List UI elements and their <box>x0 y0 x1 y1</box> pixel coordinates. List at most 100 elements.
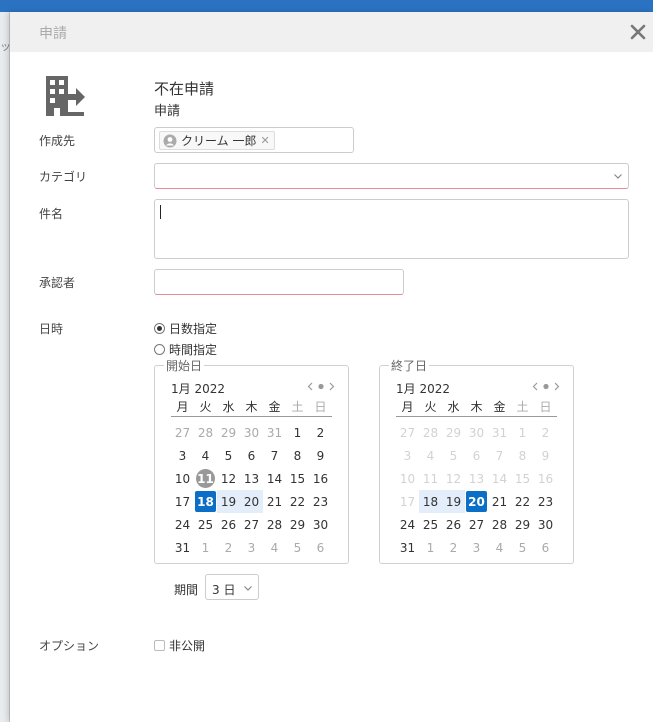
calendar-day[interactable]: 22 <box>286 490 309 513</box>
calendar-day-number: 28 <box>266 517 283 532</box>
calendar-day[interactable]: 29 <box>511 513 534 536</box>
period-select[interactable]: 3 日 <box>205 574 259 600</box>
category-select[interactable] <box>154 163 629 189</box>
calendar-day[interactable]: 30 <box>309 513 332 536</box>
checkbox-box[interactable] <box>154 640 165 651</box>
radio-dot-checked[interactable] <box>154 323 165 334</box>
calendar-day[interactable]: 6 <box>534 536 557 559</box>
calendar-day[interactable]: 23 <box>534 490 557 513</box>
prev-month-button[interactable] <box>530 381 540 392</box>
calendar-day[interactable]: 5 <box>217 444 240 467</box>
calendar-day[interactable]: 8 <box>286 444 309 467</box>
calendar-day[interactable]: 30 <box>240 421 263 444</box>
radio-days-specified[interactable]: 日数指定 <box>154 320 217 337</box>
calendar-day[interactable]: 10 <box>171 467 194 490</box>
calendar-day[interactable]: 26 <box>217 513 240 536</box>
calendar-day[interactable]: 1 <box>194 536 217 559</box>
radio-dot-unchecked[interactable] <box>154 344 165 355</box>
calendar-day[interactable]: 31 <box>171 536 194 559</box>
calendar-day[interactable]: 13 <box>240 467 263 490</box>
calendar-day[interactable]: 25 <box>194 513 217 536</box>
calendar-day[interactable]: 4 <box>194 444 217 467</box>
today-button[interactable] <box>316 381 326 392</box>
calendar-day[interactable]: 19 <box>217 490 240 513</box>
calendar-day-selected[interactable]: 20 <box>465 490 488 513</box>
calendar-day[interactable]: 22 <box>511 490 534 513</box>
calendar-day[interactable]: 27 <box>465 513 488 536</box>
calendar-day[interactable]: 2 <box>309 421 332 444</box>
calendar-day[interactable]: 23 <box>309 490 332 513</box>
private-checkbox[interactable]: 非公開 <box>154 637 205 654</box>
calendar-day[interactable]: 19 <box>442 490 465 513</box>
recipient-field[interactable]: クリーム 一郎 ✕ <box>154 127 354 153</box>
calendar-day[interactable]: 16 <box>309 467 332 490</box>
calendar-day[interactable]: 20 <box>240 490 263 513</box>
calendar-day[interactable]: 3 <box>465 536 488 559</box>
calendar-day[interactable]: 29 <box>217 421 240 444</box>
dialog-title-bar: 申請 <box>10 12 653 52</box>
calendar-day[interactable]: 21 <box>263 490 286 513</box>
recipient-label: 作成先 <box>39 134 76 148</box>
app-subtitle: 申請 <box>154 104 181 119</box>
calendar-day-selected[interactable]: 18 <box>194 490 217 513</box>
prev-month-button[interactable] <box>305 381 315 392</box>
calendar-day[interactable]: 14 <box>263 467 286 490</box>
calendar-day[interactable]: 6 <box>240 444 263 467</box>
calendar-day[interactable]: 7 <box>263 444 286 467</box>
calendar-day[interactable]: 1 <box>286 421 309 444</box>
today-button[interactable] <box>541 381 551 392</box>
calendar-day-today[interactable]: 11 <box>194 467 217 490</box>
next-month-button[interactable] <box>327 381 337 392</box>
calendar-day[interactable]: 12 <box>217 467 240 490</box>
start-month-nav <box>305 381 337 392</box>
calendar-day[interactable]: 1 <box>419 536 442 559</box>
radio-time-specified[interactable]: 時間指定 <box>154 341 217 358</box>
calendar-day-number: 13 <box>243 471 260 486</box>
subject-textarea[interactable] <box>154 199 629 259</box>
calendar-day-number: 18 <box>422 494 439 509</box>
calendar-day-number: 27 <box>174 425 191 440</box>
calendar-day[interactable]: 2 <box>217 536 240 559</box>
calendar-day[interactable]: 27 <box>240 513 263 536</box>
remove-recipient-icon[interactable]: ✕ <box>260 134 269 147</box>
close-button[interactable] <box>625 18 651 46</box>
calendar-day-number: 31 <box>174 540 191 555</box>
calendar-day[interactable]: 28 <box>488 513 511 536</box>
calendar-day[interactable]: 5 <box>511 536 534 559</box>
calendar-day[interactable]: 4 <box>263 536 286 559</box>
calendar-day-number: 14 <box>491 471 508 486</box>
calendar-day[interactable]: 29 <box>286 513 309 536</box>
calendar-day[interactable]: 24 <box>171 513 194 536</box>
calendar-day[interactable]: 9 <box>309 444 332 467</box>
calendar-day[interactable]: 3 <box>171 444 194 467</box>
calendar-day[interactable]: 2 <box>442 536 465 559</box>
calendar-day[interactable]: 28 <box>194 421 217 444</box>
calendar-day[interactable]: 17 <box>171 490 194 513</box>
calendar-day-number: 1 <box>426 540 435 555</box>
calendar-day[interactable]: 31 <box>396 536 419 559</box>
calendar-day[interactable]: 3 <box>240 536 263 559</box>
calendar-day-number: 29 <box>289 517 306 532</box>
chevron-left-icon <box>532 382 538 391</box>
calendar-day[interactable]: 31 <box>263 421 286 444</box>
recipient-chip[interactable]: クリーム 一郎 ✕ <box>159 131 275 150</box>
next-month-button[interactable] <box>552 381 562 392</box>
calendar-day[interactable]: 21 <box>488 490 511 513</box>
calendar-day[interactable]: 5 <box>286 536 309 559</box>
calendar-day: 13 <box>465 467 488 490</box>
calendar-day[interactable]: 18 <box>419 490 442 513</box>
approver-input[interactable] <box>154 269 404 295</box>
calendar-day[interactable]: 30 <box>534 513 557 536</box>
weekday-label: 月 <box>401 400 414 414</box>
calendar-day[interactable]: 6 <box>309 536 332 559</box>
calendar-day: 28 <box>419 421 442 444</box>
calendar-day[interactable]: 26 <box>442 513 465 536</box>
calendar-day[interactable]: 25 <box>419 513 442 536</box>
calendar-day[interactable]: 15 <box>286 467 309 490</box>
calendar-day-number: 26 <box>445 517 462 532</box>
calendar-day[interactable]: 4 <box>488 536 511 559</box>
calendar-day[interactable]: 24 <box>396 513 419 536</box>
calendar-day[interactable]: 28 <box>263 513 286 536</box>
calendar-day[interactable]: 27 <box>171 421 194 444</box>
calendar-day-number: 8 <box>518 448 527 463</box>
